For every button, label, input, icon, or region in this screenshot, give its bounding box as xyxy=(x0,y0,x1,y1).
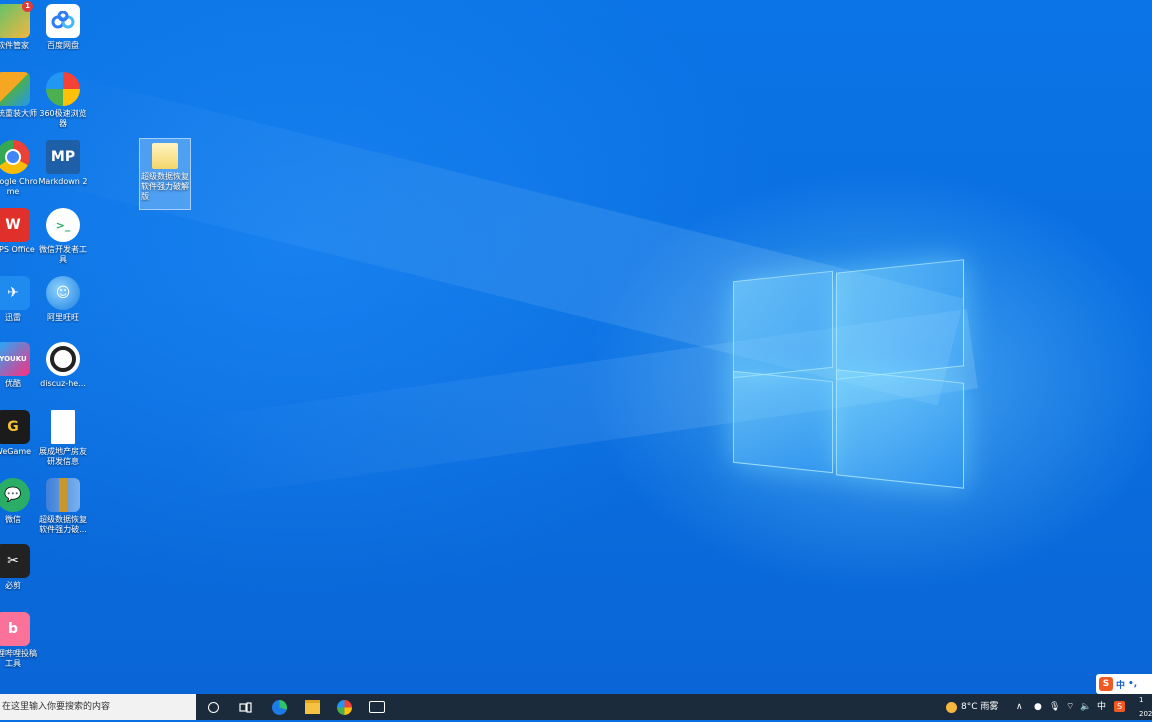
clock[interactable]: 1 202 xyxy=(1139,696,1152,722)
system-reinstall-icon xyxy=(0,72,30,106)
clock-date: 202 xyxy=(1139,710,1152,718)
icon-label: 系统重装大师 xyxy=(0,109,37,118)
ime-mode-label[interactable]: 中 xyxy=(1116,678,1125,691)
icon-label: 阿里旺旺 xyxy=(47,313,79,322)
windows-logo-pane-top-left xyxy=(733,270,833,379)
archive-strap xyxy=(59,478,67,512)
clock-time: 1 xyxy=(1139,696,1144,704)
wechat-icon: 💬 xyxy=(0,478,30,512)
icon-label: 360极速浏览器 xyxy=(39,109,87,128)
bilibili-upload-icon: b xyxy=(0,612,30,646)
icon-label: 哔哩哔哩投稿工具 xyxy=(0,649,37,668)
network-icon[interactable]: ⌔ xyxy=(1066,694,1074,720)
windows-logo-pane-top-right xyxy=(836,259,964,380)
desktop-icon-bilibili-upload[interactable]: b 哔哩哔哩投稿工具 xyxy=(0,612,40,669)
ime-toolbar[interactable]: S 中 •, xyxy=(1096,674,1152,694)
desktop-icon-xunlei[interactable]: ✈ 迅雷 xyxy=(0,276,40,323)
360-browser-icon xyxy=(46,72,80,106)
icon-label: WPS Office xyxy=(0,245,35,254)
desktop-icon-markdownpad[interactable]: MP Markdown 2 xyxy=(36,140,90,187)
weather-widget[interactable]: 8°C 雨雾 xyxy=(946,694,998,720)
taskbar-search-box[interactable]: 在这里输入你要搜索的内容 xyxy=(0,694,196,720)
task-view-button[interactable] xyxy=(229,694,261,720)
icon-label: discuz-he... xyxy=(40,379,86,388)
weather-text: 8°C 雨雾 xyxy=(961,702,999,712)
xunlei-icon: ✈ xyxy=(0,276,30,310)
cortana-button[interactable] xyxy=(197,694,229,720)
edge-icon xyxy=(271,699,287,715)
icon-label: 展成地产房友研发信息 xyxy=(39,447,87,466)
microphone-icon[interactable]: 🎙 xyxy=(1049,694,1060,720)
desktop-icon-winrar[interactable]: 超级数据恢复软件强力破... xyxy=(36,478,90,535)
desktop-icon-app-manager[interactable]: 1 软件管家 xyxy=(0,1,40,51)
cortana-circle-icon xyxy=(207,701,219,713)
weather-sun-icon xyxy=(946,701,957,713)
task-view-icon xyxy=(238,701,252,713)
icon-label: Google Chrome xyxy=(0,177,38,196)
winrar-archive-icon xyxy=(46,478,80,512)
icon-label: 超级数据恢复软件强力破... xyxy=(39,515,87,534)
windows-logo-pane-bottom-right xyxy=(836,369,964,489)
chrome-icon xyxy=(0,140,30,174)
windows-logo-pane-bottom-left xyxy=(733,370,833,474)
desktop-icon-text-file[interactable]: 展成地产房友研发信息 xyxy=(36,410,90,467)
desktop-icon-baidu-netdisk[interactable]: 百度网盘 xyxy=(36,4,90,51)
tray-app-icon[interactable]: ● xyxy=(1034,694,1042,720)
icon-label: Markdown 2 xyxy=(38,177,88,186)
file-explorer-icon xyxy=(304,700,320,714)
desktop-wallpaper xyxy=(0,0,1152,694)
icon-label: 优酷 xyxy=(5,379,21,388)
icon-label: 软件管家 xyxy=(0,41,29,50)
discuz-ring xyxy=(50,346,76,372)
sogou-tray-icon[interactable]: S xyxy=(1114,694,1125,720)
notification-badge: 1 xyxy=(22,1,33,12)
ime-punctuation-icon[interactable]: •, xyxy=(1128,679,1137,689)
aliwangwang-icon: ☺ xyxy=(46,276,80,310)
desktop-icon-wegame[interactable]: G WeGame xyxy=(0,410,40,457)
desktop-icon-chrome[interactable]: Google Chrome xyxy=(0,140,40,197)
youku-icon: YOUKU xyxy=(0,342,30,376)
wps-taskbar-button[interactable] xyxy=(361,694,393,720)
app-taskbar-icon xyxy=(369,701,385,713)
icon-label: 迅雷 xyxy=(5,313,21,322)
app-manager-icon: 1 xyxy=(0,1,33,38)
icon-label: 超级数据恢复软件强力破解版 xyxy=(141,172,189,201)
wps-icon: W xyxy=(0,208,30,242)
ime-indicator[interactable]: 中 xyxy=(1097,694,1106,720)
folder-icon xyxy=(152,143,178,169)
search-placeholder: 在这里输入你要搜索的内容 xyxy=(2,702,111,712)
file-explorer-button[interactable] xyxy=(296,694,328,720)
icon-label: 微信 xyxy=(5,515,21,524)
baidu-netdisk-icon xyxy=(46,4,80,38)
markdownpad-icon: MP xyxy=(46,140,80,174)
desktop-icon-discuz[interactable]: discuz-he... xyxy=(36,342,90,389)
360-browser-taskbar-button[interactable] xyxy=(328,694,360,720)
desktop-icon-youku[interactable]: YOUKU 优酷 xyxy=(0,342,40,389)
icon-label: 必剪 xyxy=(5,581,21,590)
desktop-icon-wechat-devtools[interactable]: >_ 微信开发者工具 xyxy=(36,208,90,265)
show-hidden-icons-button[interactable]: ∧ xyxy=(1016,694,1023,720)
chrome-center-dot xyxy=(5,149,21,165)
desktop-icon-wechat[interactable]: 💬 微信 xyxy=(0,478,40,525)
volume-icon[interactable]: 🔈 xyxy=(1080,694,1091,720)
sogou-s-icon: S xyxy=(1099,677,1113,691)
icon-label: WeGame xyxy=(0,447,32,456)
desktop-icon-wps[interactable]: W WPS Office xyxy=(0,208,40,255)
icon-label: 微信开发者工具 xyxy=(39,245,87,264)
wegame-icon: G xyxy=(0,410,30,444)
wechat-devtools-icon: >_ xyxy=(46,208,80,242)
desktop-icon-system-reinstall[interactable]: 系统重装大师 xyxy=(0,72,40,119)
icon-label: 百度网盘 xyxy=(47,41,79,50)
taskbar: 在这里输入你要搜索的内容 8°C 雨雾 ∧ ● 🎙 ⌔ 🔈 中 S 1 202 xyxy=(0,694,1152,720)
bijian-icon: ✂ xyxy=(0,544,30,578)
edge-button[interactable] xyxy=(263,694,295,720)
desktop-icon-360-browser[interactable]: 360极速浏览器 xyxy=(36,72,90,129)
text-file-icon xyxy=(51,410,75,444)
desktop-icon-aliwangwang[interactable]: ☺ 阿里旺旺 xyxy=(36,276,90,323)
360-browser-icon xyxy=(336,699,352,715)
desktop-icon-selected-folder[interactable]: 超级数据恢复软件强力破解版 xyxy=(139,138,191,210)
desktop-icon-bijian[interactable]: ✂ 必剪 xyxy=(0,544,40,591)
discuz-icon xyxy=(46,342,80,376)
